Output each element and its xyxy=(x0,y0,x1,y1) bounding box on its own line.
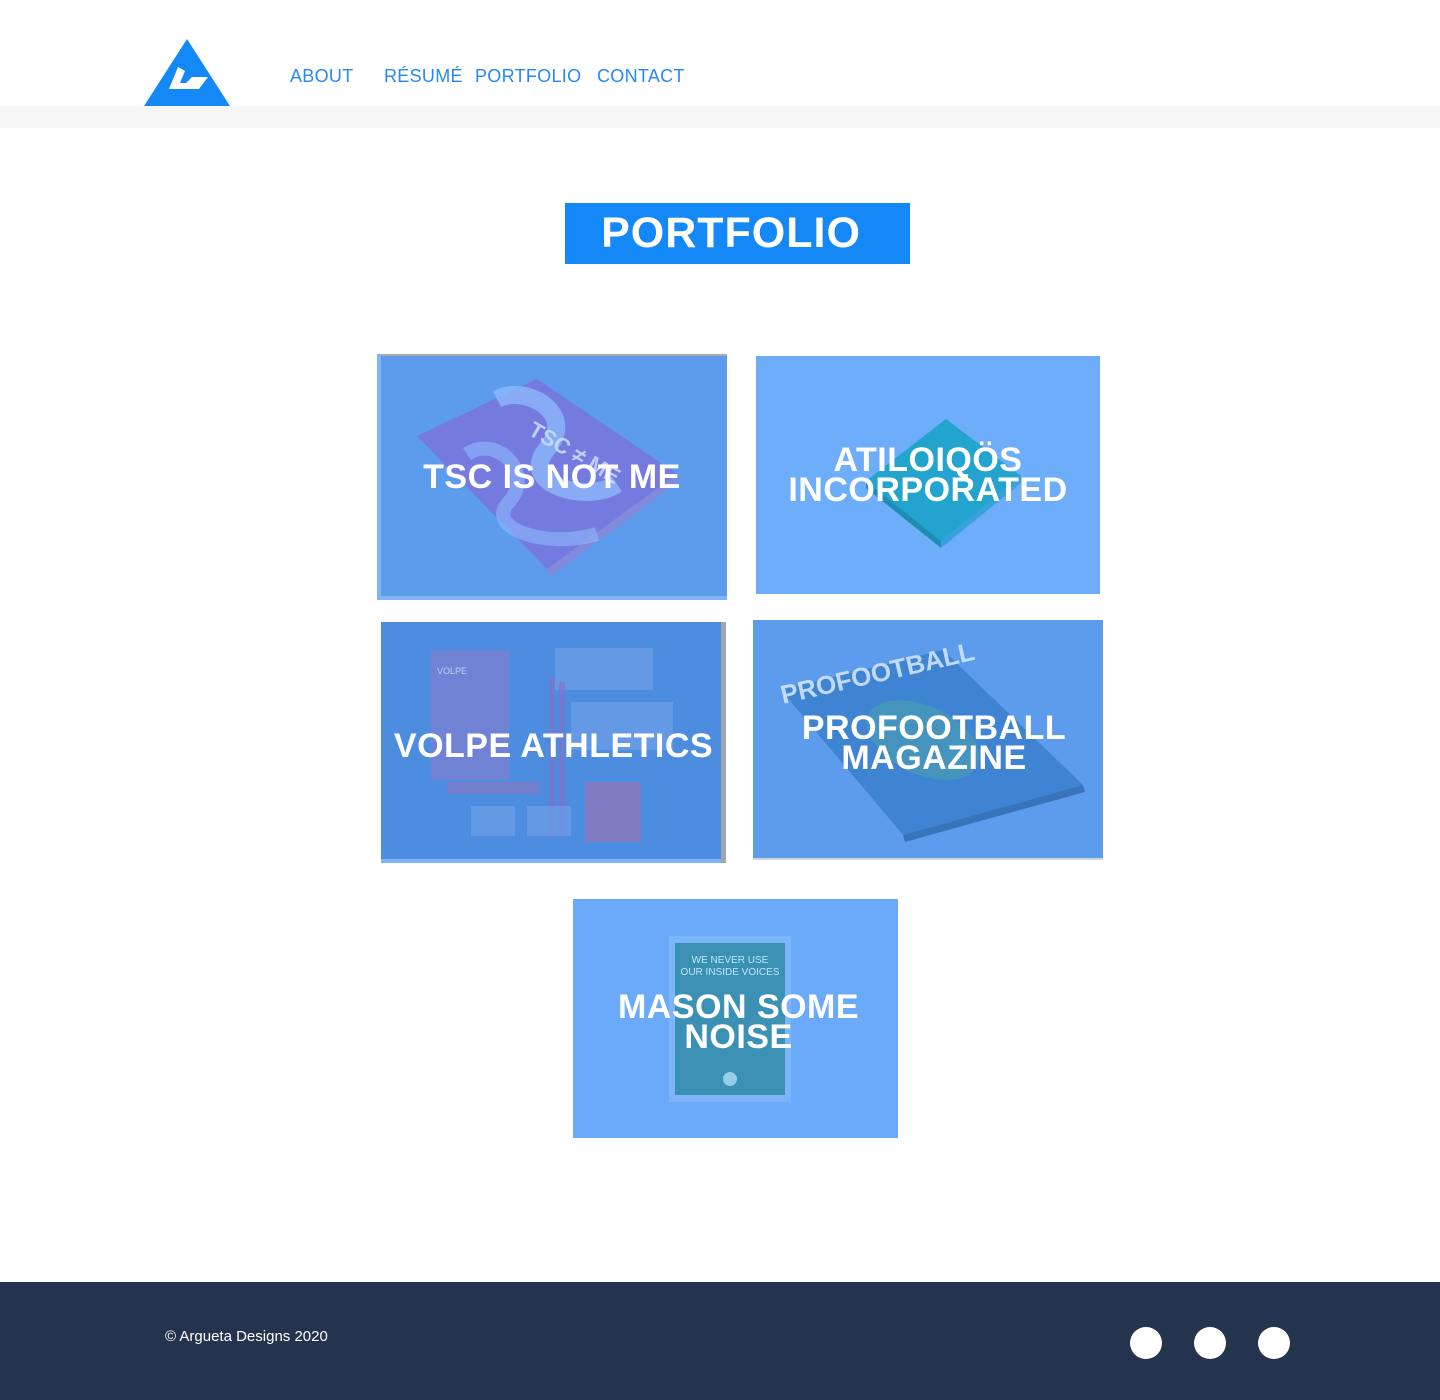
social-icon-3[interactable] xyxy=(1258,1327,1290,1359)
header-divider xyxy=(0,106,1440,128)
page-title-box: PORTFOLIO xyxy=(565,203,910,264)
project-card-tsc[interactable]: TSC ≠ ME TSC IS NOT ME xyxy=(377,354,727,600)
social-icon-1[interactable] xyxy=(1130,1327,1162,1359)
project-title-profootball: PROFOOTBALL MAGAZINE xyxy=(801,709,1067,777)
project-card-volpe[interactable]: VOLPE VOLPE ATHLETICS xyxy=(381,622,726,863)
project-card-mason[interactable]: WE NEVER USE OUR INSIDE VOICES MASON SOM… xyxy=(573,899,898,1138)
social-icon-2[interactable] xyxy=(1194,1327,1226,1359)
brand-logo-icon[interactable] xyxy=(144,39,230,106)
volpe-art-text: VOLPE xyxy=(437,666,467,676)
project-title-volpe: VOLPE ATHLETICS xyxy=(393,726,714,765)
project-card-atiloiqos[interactable]: ATILOIQÖS INCORPORATED xyxy=(756,356,1100,594)
nav-about[interactable]: ABOUT xyxy=(290,66,354,87)
copyright-text: © Argueta Designs 2020 xyxy=(165,1328,328,1345)
site-header: ABOUT RÉSUMÉ PORTFOLIO CONTACT xyxy=(0,0,1440,106)
project-title-mason: MASON SOME NOISE xyxy=(617,987,860,1056)
mason-art-text-1: WE NEVER USE xyxy=(692,955,769,966)
nav-contact[interactable]: CONTACT xyxy=(597,66,685,87)
nav-resume[interactable]: RÉSUMÉ xyxy=(384,66,463,87)
project-title-atiloiqos: ATILOIQÖS INCORPORATED xyxy=(788,441,1068,509)
project-card-profootball[interactable]: PROFOOTBALL PROFOOTBALL MAGAZINE xyxy=(753,620,1103,860)
nav-portfolio[interactable]: PORTFOLIO xyxy=(475,66,581,87)
project-title-tsc: TSC IS NOT ME xyxy=(423,458,681,496)
page-title: PORTFOLIO xyxy=(601,209,861,257)
mason-art-text-2: OUR INSIDE VOICES xyxy=(681,967,780,978)
